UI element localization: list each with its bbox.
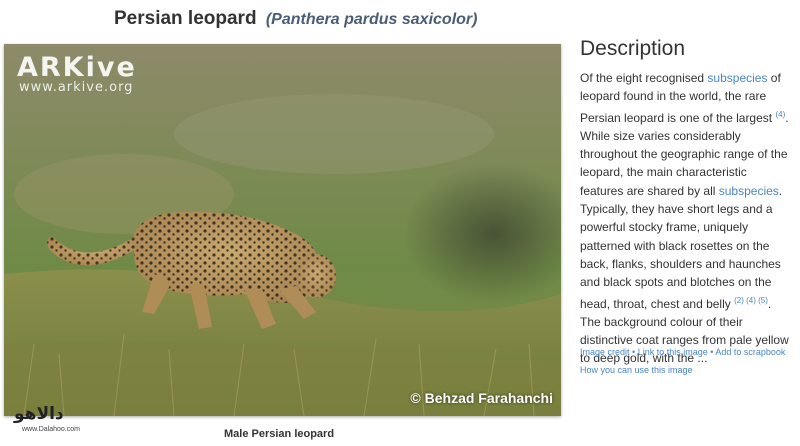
leopard-photo[interactable]: ARKive www.arkive.org © Behzad Farahanch… (4, 44, 561, 416)
reference-links[interactable]: (2) (4) (5) (734, 296, 768, 305)
description-heading: Description (580, 37, 686, 60)
dalahoo-logo: دالاهو www.Dalahoo.com (10, 404, 100, 440)
leopard-photo-image (4, 44, 561, 416)
image-credit-link[interactable]: Image credit (580, 347, 630, 357)
description-part-1: Of the eight recognised (580, 71, 708, 85)
image-links: Image credit • Link to this image • Add … (580, 343, 795, 379)
link-separator: • (629, 347, 638, 357)
add-to-scrapbook-link[interactable]: Add to scrapbook (715, 347, 785, 357)
common-name: Persian leopard (114, 8, 257, 29)
species-page: Persian leopard (Panthera pardus saxicol… (0, 0, 800, 446)
dalahoo-logo-text: دالاهو (14, 404, 64, 424)
description-text: Of the eight recognised subspecies of le… (580, 69, 792, 368)
reference-link[interactable]: (4) (775, 110, 785, 119)
arkive-watermark: ARKive (17, 52, 137, 83)
page-title: Persian leopard (Panthera pardus saxicol… (114, 8, 477, 30)
arkive-watermark-url: www.arkive.org (19, 80, 134, 95)
subspecies-link[interactable]: subspecies (719, 184, 779, 198)
photographer-credit: © Behzad Farahanchi (410, 390, 553, 406)
description-part-4: . Typically, they have short legs and a … (580, 183, 783, 311)
photo-caption: Male Persian leopard (224, 428, 335, 440)
how-to-use-image-link[interactable]: How you can use this image (580, 365, 693, 375)
scientific-name: (Panthera pardus saxicolor) (265, 11, 478, 28)
subspecies-link[interactable]: subspecies (707, 71, 767, 85)
dalahoo-logo-url: www.Dalahoo.com (22, 426, 80, 433)
link-to-image-link[interactable]: Link to this image (638, 347, 708, 357)
